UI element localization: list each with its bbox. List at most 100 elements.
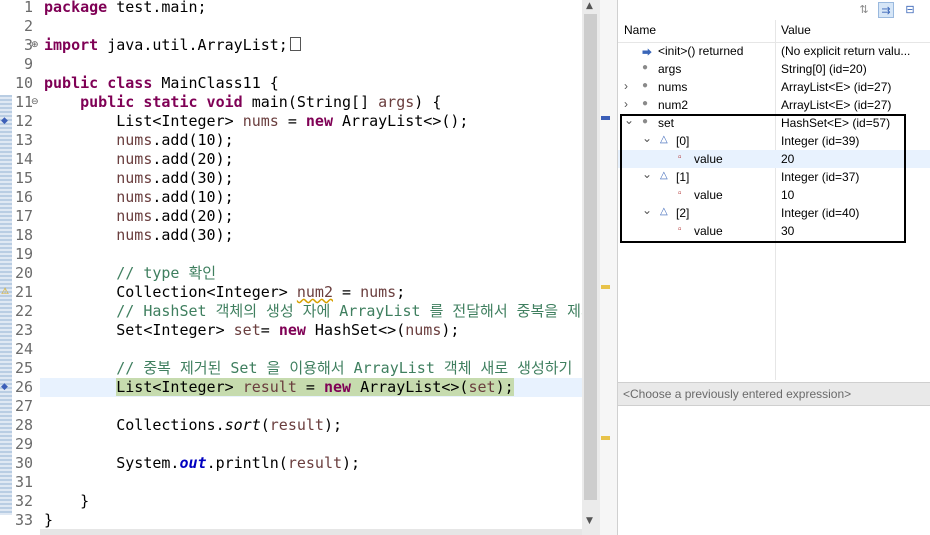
line-number: 29 (14, 435, 33, 453)
variable-type-icon: ● (642, 80, 649, 91)
code-line[interactable]: 31 (0, 473, 582, 492)
code-line[interactable]: 1 package test.main; (0, 0, 582, 17)
code-text[interactable]: // type 확인 (44, 264, 216, 283)
line-number: 22 (14, 302, 33, 320)
code-line[interactable]: 30 System.out.println(result); (0, 454, 582, 473)
overview-marker-warning[interactable] (601, 285, 610, 289)
variable-row[interactable]: ● args String[0] (id=20) (618, 60, 930, 78)
scroll-down-icon[interactable]: ▼ (586, 516, 593, 526)
variable-name: <init>() returned (658, 44, 744, 58)
code-line[interactable]: 13 nums.add(10); (0, 131, 582, 150)
line-number: 13 (14, 131, 33, 149)
line-number: 23 (14, 321, 33, 339)
code-text[interactable]: nums.add(20); (44, 207, 233, 226)
editor-horizontal-scrollbar[interactable] (40, 529, 582, 535)
code-text[interactable]: // 중복 제거된 Set 을 이용해서 ArrayList 객체 새로 생성하… (44, 359, 572, 378)
code-line[interactable]: 9 (0, 55, 582, 74)
code-line[interactable]: 28 Collections.sort(result); (0, 416, 582, 435)
code-text[interactable]: nums.add(30); (44, 169, 233, 188)
code-line[interactable]: 27 (0, 397, 582, 416)
code-text[interactable]: nums.add(10); (44, 188, 233, 207)
code-text[interactable]: public static void main(String[] args) { (44, 93, 441, 112)
expression-placeholder: <Choose a previously entered expression> (623, 387, 852, 401)
expression-combo[interactable]: <Choose a previously entered expression> (618, 382, 930, 406)
code-line[interactable]: 17 nums.add(20); (0, 207, 582, 226)
code-line[interactable]: 10 public class MainClass11 { (0, 74, 582, 93)
code-text[interactable]: public class MainClass11 { (44, 74, 279, 93)
collapse-all-icon[interactable]: ⊟ (902, 2, 918, 18)
code-line[interactable]: 16 nums.add(10); (0, 188, 582, 207)
code-line[interactable]: 21 Collection<Integer> num2 = nums; (0, 283, 582, 302)
scroll-up-icon[interactable]: ▲ (586, 1, 593, 11)
line-number: 28 (14, 416, 33, 434)
code-text[interactable]: } (44, 492, 89, 511)
code-line[interactable]: 26 List<Integer> result = new ArrayList<… (0, 378, 582, 397)
code-line[interactable]: 19 (0, 245, 582, 264)
code-text[interactable]: nums.add(20); (44, 150, 233, 169)
line-number: 11 (14, 93, 33, 111)
code-text[interactable]: Collection<Integer> num2 = nums; (44, 283, 405, 302)
column-name-header[interactable]: Name (624, 23, 656, 37)
line-number: 33 (14, 511, 33, 529)
line-number: 27 (14, 397, 33, 415)
code-line[interactable]: 14 nums.add(20); (0, 150, 582, 169)
code-editor[interactable]: 1 package test.main; 2 3 ⊕ import java.util.A… (0, 0, 582, 535)
variable-value: ArrayList<E> (id=27) (781, 80, 892, 94)
variable-value: String[0] (id=20) (781, 62, 867, 76)
variable-row[interactable]: › ● num2 ArrayList<E> (id=27) (618, 96, 930, 114)
line-number: 32 (14, 492, 33, 510)
variable-row[interactable]: ⮕ <init>() returned (No explicit return va… (618, 42, 930, 60)
line-number: 9 (23, 55, 33, 73)
editor-scroll-thumb[interactable] (584, 14, 597, 500)
code-text[interactable]: } (44, 511, 53, 530)
variable-type-icon: ● (642, 62, 649, 73)
code-line[interactable]: 12 List<Integer> nums = new ArrayList<>(… (0, 112, 582, 131)
variables-view: ⇅ ⇉ ⊟ Name Value ⮕ <init>() returned (No e… (618, 0, 930, 535)
variable-type-icon: ● (642, 98, 649, 109)
variable-value: (No explicit return valu... (781, 44, 911, 58)
collapse-fold-icon[interactable]: ⊖ (31, 97, 39, 107)
expand-chevron-icon[interactable]: › (624, 79, 628, 93)
code-line[interactable]: 3 ⊕ import java.util.ArrayList; (0, 36, 582, 55)
column-value-header[interactable]: Value (781, 23, 811, 37)
breakpoint-icon[interactable]: ◆ (1, 382, 8, 392)
code-text[interactable]: Collections.sort(result); (44, 416, 342, 435)
code-text[interactable]: nums.add(10); (44, 131, 233, 150)
line-number: 24 (14, 340, 33, 358)
code-line[interactable]: 2 (0, 17, 582, 36)
expand-chevron-icon[interactable]: › (624, 97, 628, 111)
code-line[interactable]: 22 // HashSet 객체의 생성 자에 ArrayList 를 전달해서… (0, 302, 582, 321)
code-line[interactable]: 20 // type 확인 (0, 264, 582, 283)
expand-fold-icon[interactable]: ⊕ (31, 40, 39, 50)
show-logical-structure-icon[interactable]: ⇉ (878, 2, 894, 18)
code-line[interactable]: 25 // 중복 제거된 Set 을 이용해서 ArrayList 객체 새로 … (0, 359, 582, 378)
line-number: 10 (14, 74, 33, 92)
code-text[interactable]: import java.util.ArrayList; (44, 36, 301, 55)
code-line[interactable]: 29 (0, 435, 582, 454)
code-text[interactable]: Set<Integer> set= new HashSet<>(nums); (44, 321, 459, 340)
code-line[interactable]: 24 (0, 340, 582, 359)
code-text[interactable]: System.out.println(result); (44, 454, 360, 473)
code-line[interactable]: 11 ⊖ public static void main(String[] arg… (0, 93, 582, 112)
code-text[interactable]: nums.add(30); (44, 226, 233, 245)
code-line[interactable]: 18 nums.add(30); (0, 226, 582, 245)
code-text[interactable]: List<Integer> result = new ArrayList<>(s… (44, 378, 514, 397)
line-number: 19 (14, 245, 33, 263)
show-type-names-icon[interactable]: ⇅ (856, 2, 872, 18)
overview-marker-occurrence[interactable] (601, 116, 610, 120)
code-line[interactable]: 23 Set<Integer> set= new HashSet<>(nums)… (0, 321, 582, 340)
line-number: 17 (14, 207, 33, 225)
variable-row[interactable]: › ● nums ArrayList<E> (id=27) (618, 78, 930, 96)
breakpoint-icon[interactable]: ◆ (1, 116, 8, 126)
overview-marker-warning[interactable] (601, 436, 610, 440)
line-number: 3 (23, 36, 33, 54)
code-text[interactable]: // HashSet 객체의 생성 자에 ArrayList 를 전달해서 중복… (44, 302, 582, 321)
detail-pane[interactable] (618, 406, 930, 535)
code-line[interactable]: 33} (0, 511, 582, 530)
warning-icon[interactable]: ⚠ (1, 287, 9, 297)
code-line[interactable]: 32 } (0, 492, 582, 511)
code-line[interactable]: 15 nums.add(30); (0, 169, 582, 188)
code-text[interactable]: package test.main; (44, 0, 207, 17)
code-text[interactable]: List<Integer> nums = new ArrayList<>(); (44, 112, 468, 131)
line-number: 16 (14, 188, 33, 206)
